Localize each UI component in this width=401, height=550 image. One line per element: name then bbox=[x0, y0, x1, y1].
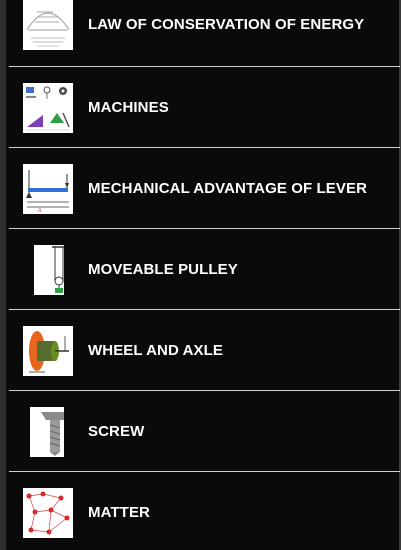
topic-label: MATTER bbox=[88, 504, 150, 521]
energy-diagram-icon bbox=[23, 0, 73, 50]
wheel-axle-icon bbox=[23, 326, 73, 376]
topic-label: WHEEL AND AXLE bbox=[88, 342, 224, 359]
topic-list-screen: LAW OF CONSERVATION OF ENERGY MACHINES -… bbox=[0, 0, 401, 550]
molecules-icon bbox=[23, 488, 73, 538]
topic-label: MECHANICAL ADVANTAGE OF LEVER bbox=[88, 180, 368, 197]
svg-text:-1: -1 bbox=[37, 208, 42, 214]
screw-icon bbox=[30, 407, 64, 457]
list-item-moveable-pulley[interactable]: MOVEABLE PULLEY bbox=[9, 229, 400, 310]
list-item-law-of-conservation-of-energy[interactable]: LAW OF CONSERVATION OF ENERGY bbox=[9, 0, 400, 67]
topic-label: LAW OF CONSERVATION OF ENERGY bbox=[88, 16, 365, 33]
list-item-wheel-and-axle[interactable]: WHEEL AND AXLE bbox=[9, 310, 400, 391]
list-item-machines[interactable]: MACHINES bbox=[9, 67, 400, 148]
list-item-mechanical-advantage-of-lever[interactable]: -1 MECHANICAL ADVANTAGE OF LEVER bbox=[9, 148, 400, 229]
list-item-matter[interactable]: MATTER bbox=[9, 472, 400, 550]
left-border bbox=[0, 0, 6, 550]
pulley-icon bbox=[34, 245, 64, 295]
lever-icon: -1 bbox=[23, 164, 73, 214]
simple-machines-icon bbox=[23, 83, 73, 133]
list-item-screw[interactable]: SCREW bbox=[9, 391, 400, 472]
topic-list: LAW OF CONSERVATION OF ENERGY MACHINES -… bbox=[9, 0, 400, 550]
topic-label: MACHINES bbox=[88, 99, 169, 116]
topic-label: MOVEABLE PULLEY bbox=[88, 261, 238, 278]
topic-label: SCREW bbox=[88, 423, 145, 440]
